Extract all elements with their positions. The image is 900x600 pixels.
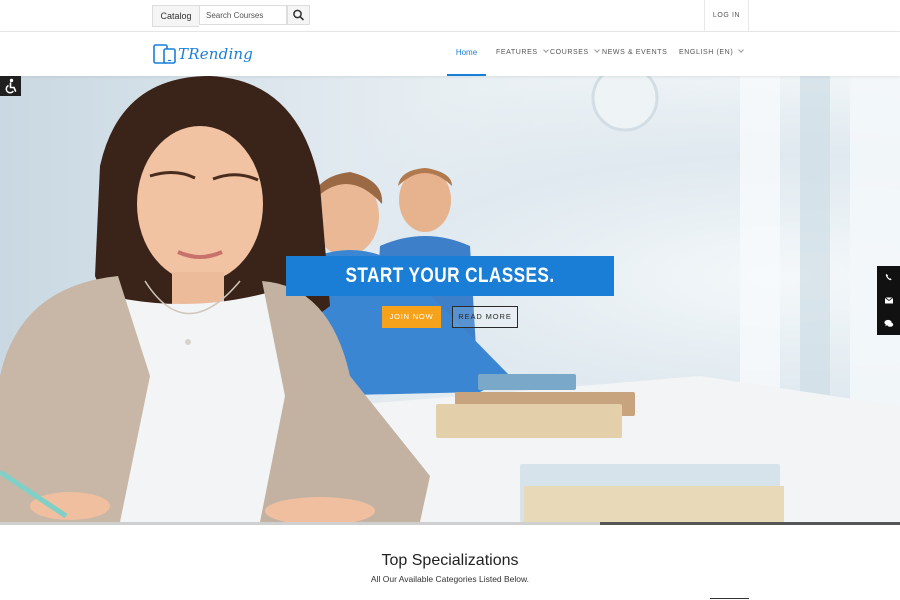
hero-slider: START YOUR CLASSES. JOIN NOW READ MORE bbox=[0, 76, 900, 522]
login-link[interactable]: LOG IN bbox=[705, 0, 748, 31]
nav-home-label: Home bbox=[455, 48, 478, 57]
search-input[interactable] bbox=[199, 5, 287, 25]
nav-home[interactable]: Home bbox=[447, 32, 486, 76]
login-container: LOG IN bbox=[704, 0, 749, 31]
email-button[interactable] bbox=[877, 289, 900, 312]
nav-courses[interactable]: COURSES bbox=[550, 32, 600, 76]
search-button[interactable] bbox=[287, 5, 310, 25]
chevron-down-icon bbox=[542, 47, 549, 53]
chevron-down-icon bbox=[738, 47, 745, 53]
hero-photo bbox=[0, 76, 900, 522]
phone-icon bbox=[885, 274, 892, 281]
nav-features-label: FEATURES bbox=[496, 49, 538, 56]
nav-courses-label: COURSES bbox=[550, 49, 589, 56]
main-navbar: TRending Home FEATURES COURSES NEWS & EV… bbox=[0, 32, 900, 76]
section-subtitle: All Our Available Categories Listed Belo… bbox=[370, 574, 530, 584]
hero-headline: START YOUR CLASSES. bbox=[286, 256, 614, 296]
nav-language[interactable]: ENGLISH (EN) bbox=[679, 32, 745, 76]
catalog-button[interactable]: Catalog bbox=[152, 5, 199, 27]
accessibility-icon bbox=[5, 78, 17, 94]
nav-features[interactable]: FEATURES bbox=[496, 32, 549, 76]
phone-button[interactable] bbox=[877, 266, 900, 289]
logo-text: TRending bbox=[178, 45, 254, 63]
search-icon bbox=[293, 9, 304, 21]
nav-language-label: ENGLISH (EN) bbox=[679, 49, 734, 56]
read-more-button[interactable]: READ MORE bbox=[452, 306, 518, 328]
slide-progress-fill bbox=[0, 522, 601, 525]
chevron-down-icon bbox=[593, 47, 600, 53]
side-contact-toolbar bbox=[877, 266, 900, 335]
join-now-button[interactable]: JOIN NOW bbox=[382, 306, 441, 328]
devices-icon bbox=[153, 44, 176, 64]
accessibility-button[interactable] bbox=[0, 76, 21, 96]
slide-progress-bar bbox=[0, 522, 900, 525]
nav-news-events[interactable]: NEWS & EVENTS bbox=[602, 32, 667, 76]
chat-button[interactable] bbox=[877, 312, 900, 335]
section-divider bbox=[710, 598, 749, 599]
nav-news-events-label: NEWS & EVENTS bbox=[602, 49, 668, 56]
section-title: Top Specializations bbox=[381, 552, 519, 569]
envelope-icon bbox=[884, 297, 894, 304]
top-bar: Catalog LOG IN bbox=[0, 0, 900, 32]
chat-icon bbox=[884, 319, 894, 327]
